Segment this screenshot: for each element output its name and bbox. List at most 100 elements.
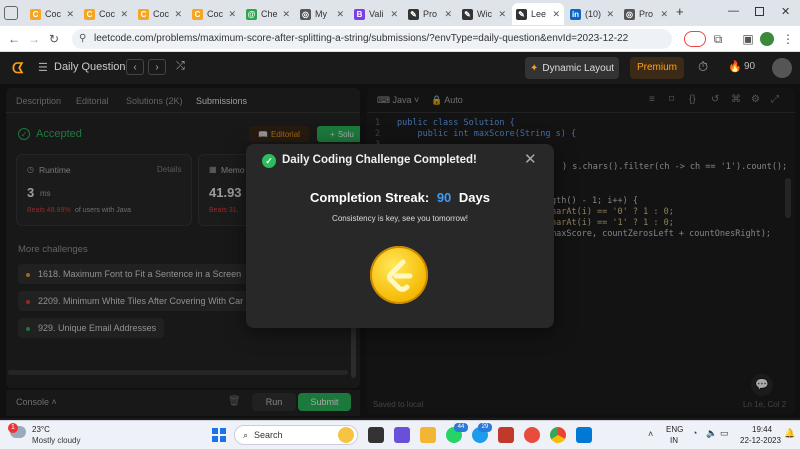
tab-favicon-icon: @	[246, 8, 257, 20]
app-icon-red[interactable]	[498, 427, 514, 443]
close-icon[interactable]: ✕	[444, 9, 452, 20]
profile-avatar[interactable]	[760, 32, 774, 46]
close-icon[interactable]: ✕	[336, 9, 344, 20]
close-icon[interactable]: ✕	[552, 9, 560, 20]
maximize-icon[interactable]	[755, 7, 764, 16]
browser-tab[interactable]: ✎ Wic ✕	[458, 3, 510, 25]
streak-line: Completion Streak: 90 Days	[246, 190, 554, 205]
windows-start-icon[interactable]	[212, 428, 226, 442]
browser-tab[interactable]: C Coc ✕	[134, 3, 186, 25]
browser-tab-active[interactable]: ✎ Lee ✕	[512, 3, 564, 25]
vscode-icon[interactable]	[576, 427, 592, 443]
opera-icon[interactable]	[524, 427, 540, 443]
clock-date[interactable]: 22-12-2023	[740, 436, 781, 445]
streak-coin-badge	[370, 246, 428, 304]
modal-title: Daily Coding Challenge Completed!	[282, 154, 477, 166]
sidepanel-icon[interactable]: ▣	[740, 31, 756, 47]
daily-question-title[interactable]: Daily Question	[54, 61, 126, 73]
browser-tab-bar: C Coc ✕ C Coc ✕ C Coc ✕ C Coc ✕ @ Che ✕ ◎ My ✕ B Vali…	[0, 0, 800, 26]
notification-bell-icon[interactable]: 🔔	[784, 428, 795, 439]
tray-chevron-icon[interactable]: ˄	[648, 429, 653, 439]
next-problem-button[interactable]: ›	[148, 59, 166, 75]
streak-label: Completion Streak:	[310, 190, 430, 205]
close-icon[interactable]: ✕	[282, 9, 290, 20]
user-avatar[interactable]	[772, 58, 792, 78]
search-highlight-icon[interactable]	[338, 427, 354, 443]
close-icon[interactable]: ✕	[228, 9, 236, 20]
whatsapp-badge: 44	[454, 423, 468, 432]
leetcode-coin-icon	[387, 259, 413, 292]
browser-tab[interactable]: ✎ Pro ✕	[404, 3, 456, 25]
modal-close-icon[interactable]: ✕	[524, 150, 537, 168]
back-icon[interactable]: ←	[6, 31, 22, 47]
dynamic-layout-button[interactable]: ✦ Dynamic Layout	[525, 57, 619, 79]
menu-kebab-icon[interactable]: ⋮	[780, 31, 796, 47]
search-icon: ⌕	[243, 429, 249, 440]
list-icon[interactable]: ☰	[38, 61, 48, 74]
tab-favicon-icon: ✎	[516, 8, 527, 20]
shuffle-icon[interactable]: ⤮	[176, 60, 185, 73]
weather-badge: 1	[8, 423, 18, 433]
leetcode-header: ᗧ ☰ Daily Question ‹ › ⤮ ✦ Dynamic Layout…	[0, 52, 800, 84]
clock-time[interactable]: 19:44	[752, 425, 772, 434]
streak-count[interactable]: 90	[744, 61, 755, 72]
wifi-icon[interactable]: ◔	[692, 428, 697, 438]
chrome-icon[interactable]	[550, 427, 566, 443]
extensions-puzzle-icon[interactable]: ⧉	[710, 31, 726, 47]
prev-problem-button[interactable]: ‹	[126, 59, 144, 75]
close-icon[interactable]: ✕	[174, 9, 182, 20]
timer-icon[interactable]: ⏱	[698, 59, 708, 75]
reload-icon[interactable]: ↻	[46, 31, 62, 47]
browser-tab[interactable]: ◎ Pro ✕	[620, 3, 672, 25]
speaker-icon[interactable]: 🔈	[706, 428, 717, 439]
tab-search-icon[interactable]	[4, 6, 18, 20]
browser-tab[interactable]: ◎ My ✕	[296, 3, 348, 25]
battery-icon[interactable]: ▭	[720, 428, 729, 439]
tab-favicon-icon: C	[138, 8, 149, 20]
weather-desc[interactable]: Mostly cloudy	[32, 436, 80, 445]
close-icon[interactable]: ✕	[66, 9, 74, 20]
browser-tab[interactable]: in (10) ✕	[566, 3, 618, 25]
browser-tab[interactable]: C Coc ✕	[188, 3, 240, 25]
new-tab-button[interactable]: +	[676, 4, 684, 19]
window-close-icon[interactable]: ✕	[781, 5, 790, 18]
browser-tab[interactable]: @ Che ✕	[242, 3, 294, 25]
tab-favicon-icon: C	[84, 8, 95, 20]
close-icon[interactable]: ✕	[120, 9, 128, 20]
modal-message: Consistency is key, see you tomorrow!	[332, 214, 468, 223]
close-icon[interactable]: ✕	[498, 9, 506, 20]
fire-streak-icon: 🔥	[728, 61, 742, 73]
language-region[interactable]: IN	[670, 436, 678, 445]
close-icon[interactable]: ✕	[660, 9, 668, 20]
sparkle-icon: ✦	[529, 62, 539, 74]
weather-temp[interactable]: 23°C	[32, 425, 50, 434]
tab-favicon-icon: ✎	[408, 8, 419, 20]
browser-tab[interactable]: B Vali ✕	[350, 3, 402, 25]
close-icon[interactable]: ✕	[606, 9, 614, 20]
file-explorer-icon[interactable]	[420, 427, 436, 443]
tab-favicon-icon: C	[30, 8, 41, 20]
tab-favicon-icon: in	[570, 8, 581, 20]
site-info-icon[interactable]: ⚲	[79, 29, 86, 49]
browser-tab[interactable]: C Coc ✕	[26, 3, 78, 25]
leetcode-logo-icon[interactable]: ᗧ	[12, 60, 28, 76]
tab-favicon-icon: B	[354, 8, 365, 20]
completion-modal: ✓ Daily Coding Challenge Completed! ✕ Co…	[246, 144, 554, 328]
tab-favicon-icon: C	[192, 8, 203, 20]
extension-icon[interactable]	[684, 31, 706, 47]
forward-icon[interactable]: →	[26, 31, 42, 47]
tab-favicon-icon: ◎	[624, 8, 635, 20]
close-icon[interactable]: ✕	[390, 9, 398, 20]
success-check-icon: ✓	[262, 154, 276, 168]
task-view-icon[interactable]	[368, 427, 384, 443]
url-input[interactable]: ⚲ leetcode.com/problems/maximum-score-aft…	[72, 29, 672, 49]
telegram-badge: 29	[478, 423, 492, 432]
language-indicator[interactable]: ENG	[666, 425, 683, 434]
browser-tab[interactable]: C Coc ✕	[80, 3, 132, 25]
premium-button[interactable]: Premium	[630, 57, 684, 79]
teams-icon[interactable]	[394, 427, 410, 443]
streak-value: 90	[436, 190, 452, 205]
tab-favicon-icon: ◎	[300, 8, 311, 20]
minimize-icon[interactable]: —	[728, 5, 739, 17]
streak-unit: Days	[458, 190, 490, 205]
